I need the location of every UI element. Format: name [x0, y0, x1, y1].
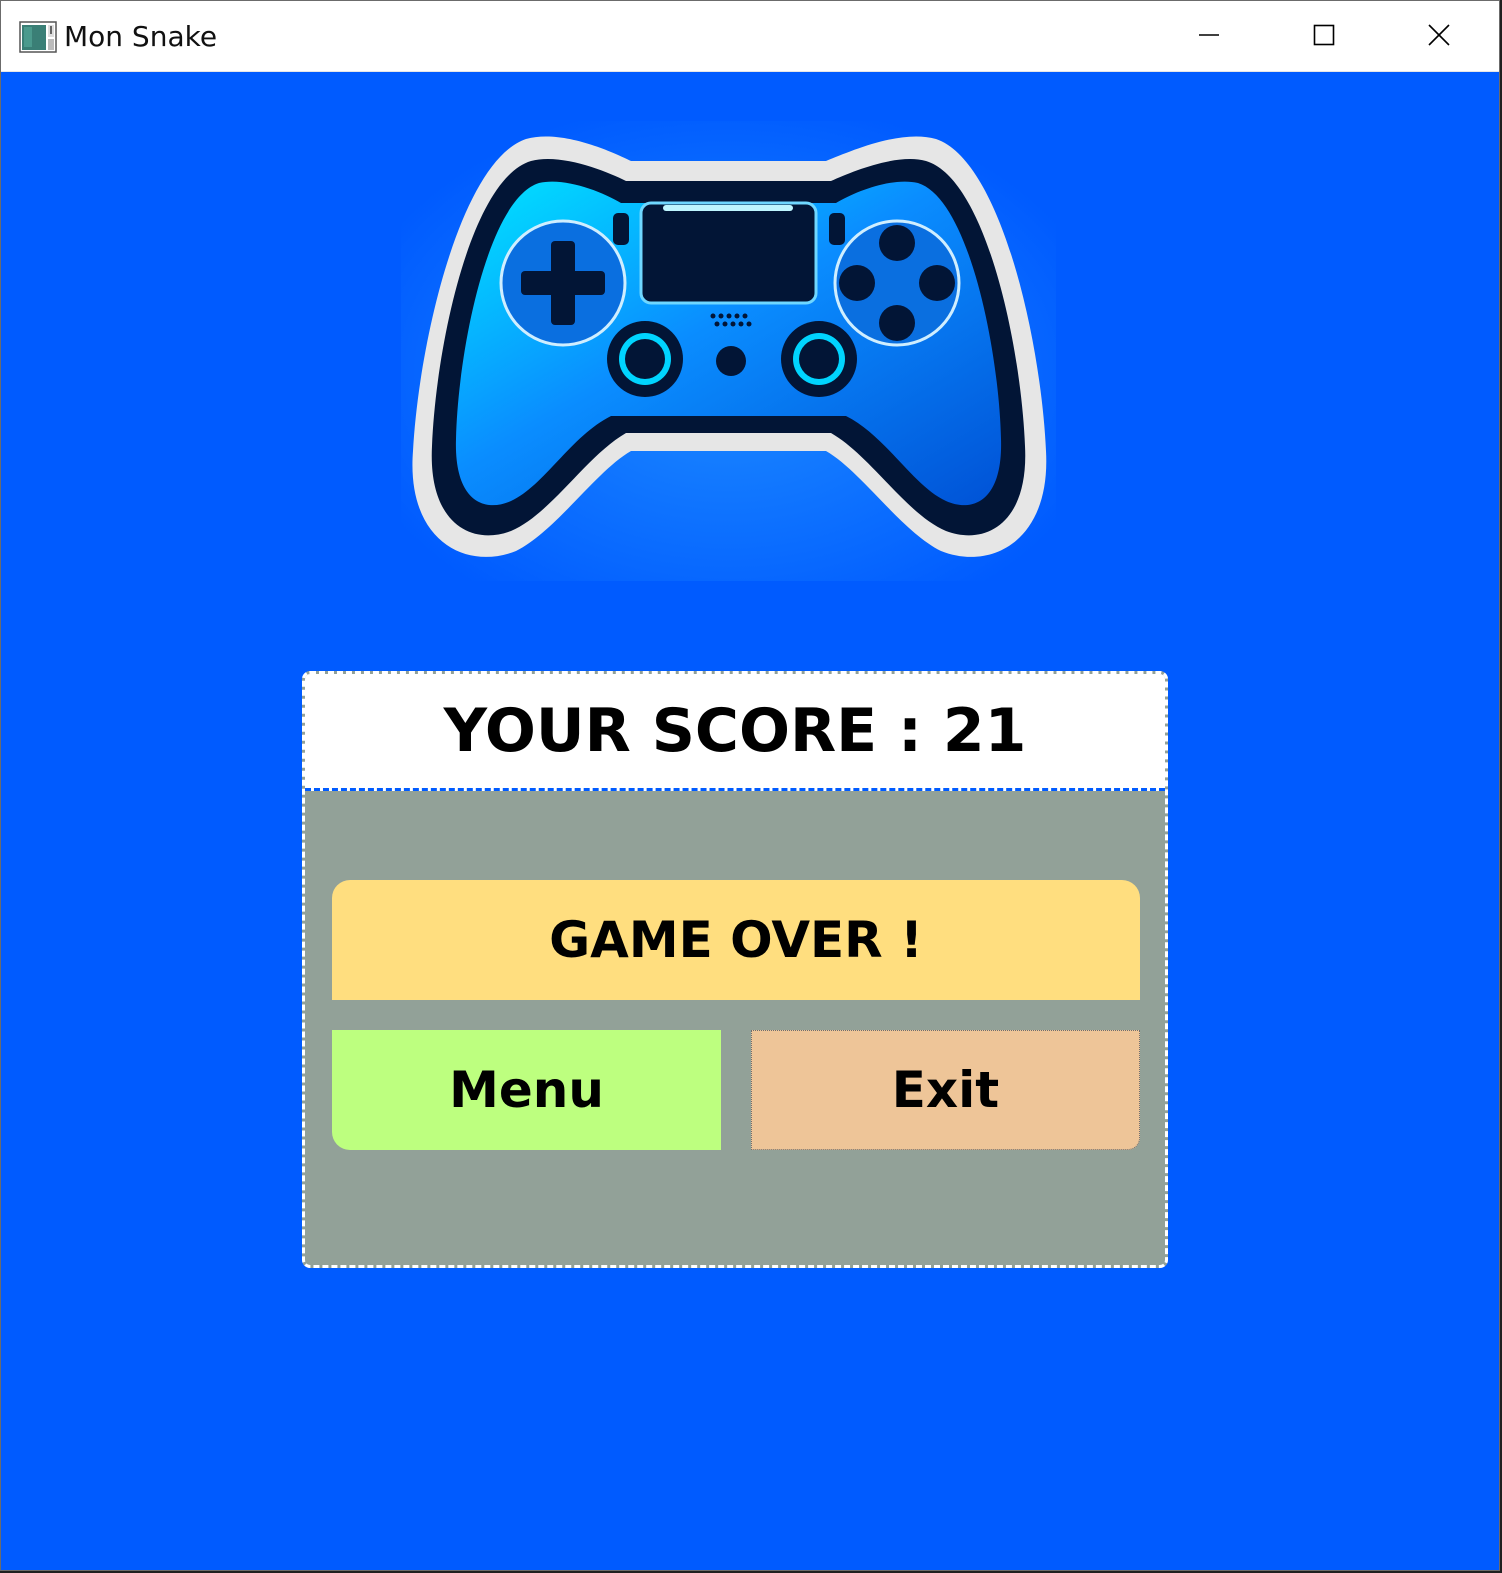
menu-button[interactable]: Menu — [332, 1030, 721, 1150]
close-button[interactable] — [1381, 1, 1496, 72]
close-icon — [1427, 23, 1450, 50]
maximize-icon — [1313, 24, 1335, 50]
app-window: Mon Snake YOUR SCORE: 21 GAME OVER ! Me… — [0, 0, 1500, 1571]
title-bar[interactable]: Mon Snake — [1, 1, 1499, 72]
minimize-button[interactable] — [1151, 1, 1266, 72]
window-title: Mon Snake — [64, 20, 218, 53]
score-bar: YOUR SCORE : 21 — [305, 674, 1165, 791]
app-window-icon — [19, 21, 57, 53]
score-label: YOUR SCORE : 21 — [443, 696, 1027, 766]
exit-button[interactable]: Exit — [751, 1030, 1140, 1150]
gamepad-icon — [401, 121, 1056, 581]
maximize-button[interactable] — [1266, 1, 1381, 72]
game-over-banner: GAME OVER ! — [332, 880, 1140, 1000]
minimize-icon — [1198, 24, 1220, 50]
score-panel: YOUR SCORE : 21 GAME OVER ! Menu Exit — [302, 671, 1168, 1268]
